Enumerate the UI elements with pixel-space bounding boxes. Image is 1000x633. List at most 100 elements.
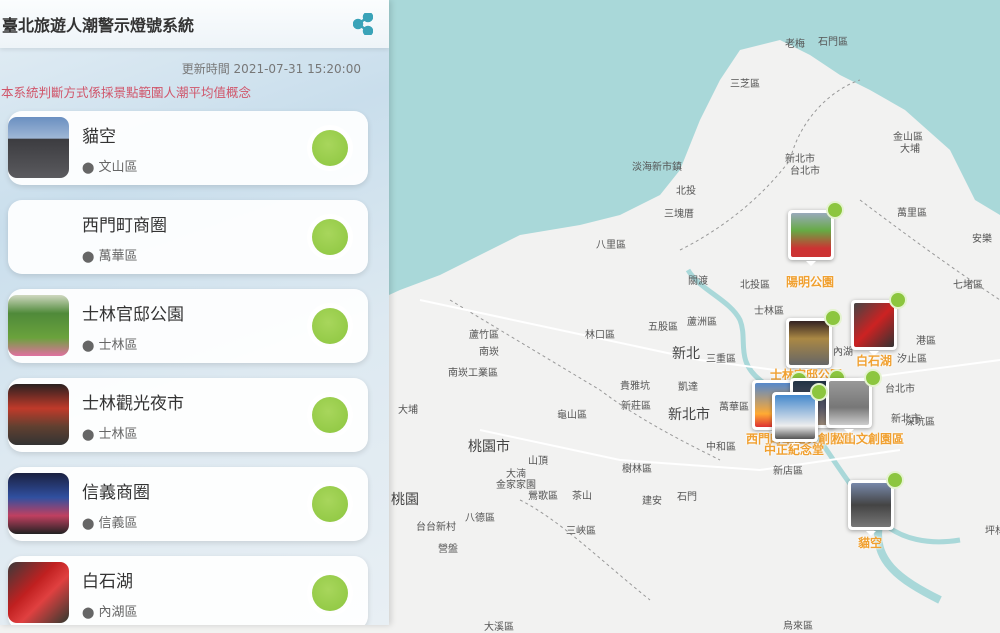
map-place-label: 大溪區 [484, 622, 514, 633]
map-place-label: 石門 [677, 492, 697, 503]
marker-label[interactable]: 松山文創園區 [832, 430, 904, 447]
spot-marker[interactable] [826, 369, 882, 434]
map-place-label: 港區 [916, 336, 936, 347]
map-place-label: 北投 [676, 186, 696, 197]
map-place-label: 士林區 [754, 306, 784, 317]
spot-card[interactable]: 士林觀光夜市 ⬤ 士林區 [8, 378, 368, 452]
status-light-green [312, 308, 348, 344]
map-place-label: 北投區 [740, 280, 770, 291]
spot-marker[interactable] [772, 383, 828, 448]
marker-photo [775, 395, 815, 439]
marker-photo [829, 381, 869, 425]
app-title: 臺北旅遊人潮警示燈號系統 [2, 16, 195, 35]
map-place-label: 三塊厝 [664, 209, 694, 220]
map-place-label: 台北市 [790, 166, 820, 177]
spot-marker[interactable] [786, 309, 842, 374]
map-place-label: 八德區 [465, 513, 495, 524]
map-place-label: 內湖 [833, 347, 853, 358]
map-place-label: 五股區 [648, 322, 678, 333]
map-place-label: 營盤 [438, 544, 458, 555]
spot-district: ⬤ 士林區 [82, 427, 138, 442]
spot-photo [8, 206, 69, 267]
map-place-label: 龜山區 [557, 410, 587, 421]
spot-card[interactable]: 信義商圈 ⬤ 信義區 [8, 467, 368, 541]
location-pin-icon: ⬤ [82, 339, 95, 352]
spot-marker[interactable] [848, 471, 904, 536]
map-place-label: 七堵區 [953, 280, 983, 291]
map-city-label: 桃園 [391, 492, 419, 508]
status-dot-green [810, 383, 828, 401]
map-place-label: 南崁工業區 [448, 368, 498, 379]
map-place-label: 石門區 [818, 37, 848, 48]
spot-card[interactable]: 貓空 ⬤ 文山區 [8, 111, 368, 185]
marker-photo [851, 483, 891, 527]
spot-name: 白石湖 [82, 572, 133, 592]
map-place-label: 三芝區 [730, 79, 760, 90]
map-place-label: 淡海新市鎮 [632, 162, 682, 173]
map-place-label: 坪林 [985, 526, 1000, 537]
map-place-label: 三重區 [706, 354, 736, 365]
map-place-label: 大埔 [398, 405, 418, 416]
map-place-label: 萬華區 [719, 402, 749, 413]
status-light-green [312, 130, 348, 166]
spot-name: 西門町商圈 [82, 216, 167, 236]
marker-label[interactable]: 陽明公園 [786, 273, 834, 290]
spot-name: 信義商圈 [82, 483, 150, 503]
spot-card[interactable]: 白石湖 ⬤ 內湖區 [8, 556, 368, 625]
map-place-label: 新北市 [891, 414, 921, 425]
update-time: 更新時間 2021-07-31 15:20:00 [181, 62, 361, 76]
spot-name: 貓空 [82, 127, 116, 147]
spot-photo [8, 562, 69, 623]
marker-label[interactable]: 貓空 [858, 534, 882, 551]
spot-photo [8, 117, 69, 178]
map-place-label: 萬里區 [897, 208, 927, 219]
map-place-label: 茶山 [572, 491, 592, 502]
marker-label[interactable]: 中正紀念堂 [764, 441, 824, 458]
status-dot-green [826, 201, 844, 219]
spot-district: ⬤ 萬華區 [82, 249, 138, 264]
spot-card[interactable]: 西門町商圈 ⬤ 萬華區 [8, 200, 368, 274]
spot-district: ⬤ 士林區 [82, 338, 138, 353]
map-place-label: 老梅 [785, 39, 805, 50]
map-place-label: 建安 [642, 496, 662, 507]
marker-photo [791, 213, 831, 257]
map-place-label: 南崁 [479, 347, 499, 358]
location-pin-icon: ⬤ [82, 428, 95, 441]
spot-marker[interactable] [851, 291, 907, 356]
location-pin-icon: ⬤ [82, 161, 95, 174]
map-city-label: 新北市 [668, 407, 710, 423]
map-place-label: 鶯歌區 [528, 491, 558, 502]
spot-photo [8, 473, 69, 534]
map-place-label: 中和區 [706, 442, 736, 453]
method-note: 本系統判斷方式係採景點範圍人潮平均值概念 [1, 85, 252, 100]
location-pin-icon: ⬤ [82, 606, 95, 619]
side-panel: 臺北旅遊人潮警示燈號系統 更新時間 2021-07-31 15:20:00 本系… [0, 0, 389, 625]
map-city-label: 新北 [672, 346, 700, 362]
status-light-green [312, 575, 348, 611]
map-place-label: 蘆洲區 [687, 317, 717, 328]
status-dot-green [864, 369, 882, 387]
status-light-green [312, 486, 348, 522]
spot-marker[interactable] [788, 201, 844, 266]
spot-photo [8, 384, 69, 445]
status-light-green [312, 397, 348, 433]
map-place-label: 山頂 [528, 456, 548, 467]
map-place-label: 新莊區 [621, 401, 651, 412]
status-dot-green [824, 309, 842, 327]
share-icon[interactable] [353, 13, 373, 35]
spot-card[interactable]: 士林官邸公園 ⬤ 士林區 [8, 289, 368, 363]
status-dot-green [886, 471, 904, 489]
spot-district: ⬤ 內湖區 [82, 605, 138, 620]
map-place-label: 關渡 [688, 276, 708, 287]
spot-name: 士林觀光夜市 [82, 394, 184, 414]
location-pin-icon: ⬤ [82, 517, 95, 530]
spot-district: ⬤ 文山區 [82, 160, 138, 175]
map-place-label: 三峽區 [566, 526, 596, 537]
status-dot-green [889, 291, 907, 309]
map-place-label: 新店區 [773, 466, 803, 477]
map-place-label: 凱達 [678, 382, 698, 393]
map-place-label: 八里區 [596, 240, 626, 251]
map-place-label: 蘆竹區 [469, 330, 499, 341]
marker-photo [789, 321, 829, 365]
marker-label[interactable]: 白石湖 [856, 352, 892, 369]
